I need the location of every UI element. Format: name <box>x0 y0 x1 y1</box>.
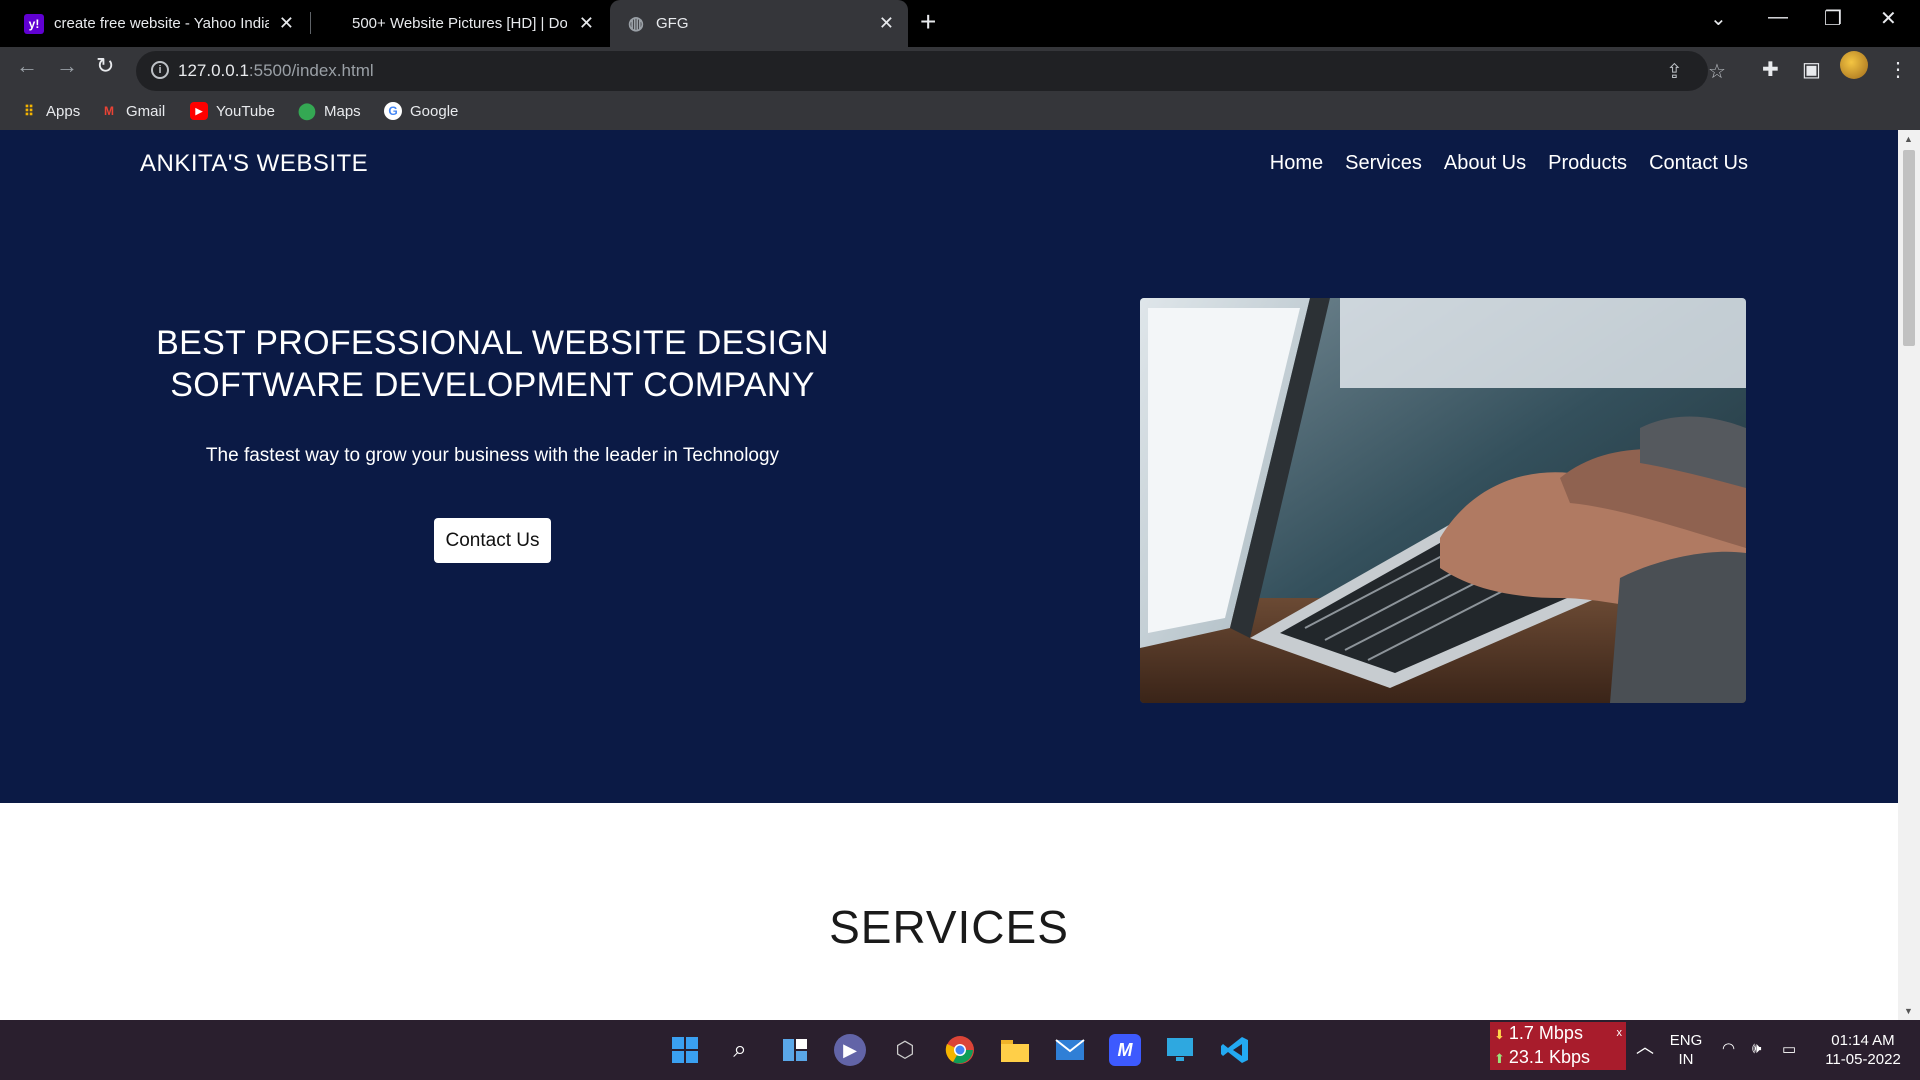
nav-home[interactable]: Home <box>1270 152 1323 175</box>
bookmark-gmail[interactable]: M Gmail <box>100 94 165 128</box>
volume-icon[interactable]: 🕪 <box>1752 1039 1761 1058</box>
bookmark-google[interactable]: G Google <box>384 94 458 128</box>
bookmark-youtube[interactable]: ▶ YouTube <box>190 94 275 128</box>
search-icon[interactable]: ⌕ <box>724 1034 756 1066</box>
upload-arrow-icon: ⬆ <box>1494 1051 1505 1066</box>
bookmark-label: YouTube <box>216 102 275 120</box>
editor-app-icon[interactable]: M <box>1109 1034 1141 1066</box>
mail-icon[interactable] <box>1054 1034 1086 1066</box>
nav-contact-us[interactable]: Contact Us <box>1649 152 1748 175</box>
services-heading: SERVICES <box>829 901 1069 953</box>
clock-time: 01:14 AM <box>1831 1032 1895 1049</box>
windows-start-icon[interactable] <box>669 1034 701 1066</box>
language-indicator[interactable]: ENG IN <box>1668 1031 1704 1069</box>
vscode-icon[interactable] <box>1219 1034 1251 1066</box>
download-arrow-icon: ⬇ <box>1494 1027 1505 1042</box>
hero-laptop-image <box>1140 298 1746 703</box>
back-button[interactable]: ← <box>16 53 38 79</box>
restore-button[interactable]: ❐ <box>1824 6 1842 31</box>
tab-title: 500+ Website Pictures [HD] | Download <box>352 15 567 32</box>
tab-gfg[interactable]: ◍ GFG ✕ <box>610 0 908 47</box>
toolbar: ← → ↻ i 127.0.0.1:5500/index.html ⇪ ☆ ✚ … <box>0 47 1920 130</box>
close-icon[interactable]: ✕ <box>279 13 294 34</box>
tab-search-chevron-icon[interactable]: ⌄ <box>1710 6 1727 31</box>
network-speed-meter[interactable]: ⬇ 1.7 Mbps ⬆ 23.1 Kbps x <box>1490 1022 1626 1070</box>
new-tab-button[interactable]: + <box>920 6 936 38</box>
clock[interactable]: 01:14 AM 11-05-2022 <box>1818 1031 1908 1069</box>
yahoo-icon: y! <box>24 13 44 34</box>
bookmark-label: Apps <box>46 102 81 120</box>
bookmarks-bar: ⠿ Apps M Gmail ▶ YouTube ⬤ Maps G Google <box>0 94 1920 128</box>
close-icon[interactable]: ✕ <box>579 13 594 34</box>
close-window-button[interactable]: ✕ <box>1880 6 1897 31</box>
page-viewport: ANKITA'S WEBSITE Home Services About Us … <box>0 130 1898 1020</box>
reload-button[interactable]: ↻ <box>96 53 114 79</box>
battery-icon[interactable]: ▭ <box>1782 1040 1796 1059</box>
bookmark-maps[interactable]: ⬤ Maps <box>298 94 361 128</box>
close-icon[interactable]: x <box>1617 1022 1623 1044</box>
profile-avatar[interactable] <box>1840 51 1868 79</box>
bookmark-label: Maps <box>324 102 361 120</box>
lang-line1: ENG <box>1669 1032 1703 1049</box>
net-up-text: 23.1 Kbps <box>1508 1047 1590 1067</box>
remote-desktop-icon[interactable] <box>1164 1034 1196 1066</box>
maps-icon: ⬤ <box>298 103 316 120</box>
teams-chat-icon[interactable]: ▶ <box>834 1034 866 1066</box>
gmail-icon: M <box>104 104 114 118</box>
scroll-down-icon[interactable]: ▼ <box>1904 1006 1913 1016</box>
widgets-icon[interactable] <box>779 1034 811 1066</box>
bookmark-label: Gmail <box>126 102 166 120</box>
google-icon: G <box>384 102 402 120</box>
chevron-up-icon[interactable]: ︿ <box>1636 1038 1654 1057</box>
menu-kebab-icon[interactable]: ⋮ <box>1888 57 1908 82</box>
bookmark-apps[interactable]: ⠿ Apps <box>20 94 80 128</box>
apps-grid-icon: ⠿ <box>23 102 35 119</box>
scroll-thumb[interactable] <box>1903 150 1915 346</box>
address-bar[interactable]: i 127.0.0.1:5500/index.html ⇪ ☆ <box>136 51 1726 91</box>
net-down-text: 1.7 Mbps <box>1508 1023 1583 1043</box>
nav-services[interactable]: Services <box>1345 152 1422 175</box>
nav-about-us[interactable]: About Us <box>1444 152 1526 175</box>
windows-taskbar: ⌕ ▶ ⬡ M ⬇ 1.7 Mbps ⬆ 23.1 Kbps x ︿ ENG IN … <box>0 1020 1920 1080</box>
page-scrollbar[interactable]: ▲ ▼ <box>1898 130 1920 1020</box>
file-explorer-icon[interactable] <box>999 1034 1031 1066</box>
extensions-icon[interactable]: ✚ <box>1762 57 1779 82</box>
side-panel-icon[interactable]: ▣ <box>1802 57 1821 82</box>
site-nav: Home Services About Us Products Contact … <box>1270 152 1748 175</box>
lang-line2: IN <box>1678 1051 1694 1068</box>
youtube-icon: ▶ <box>190 102 208 120</box>
tab-title: GFG <box>656 15 689 32</box>
tab-yahoo[interactable]: y! create free website - Yahoo India ✕ <box>8 0 308 47</box>
tab-separator <box>310 12 311 34</box>
site-info-icon[interactable]: i <box>151 61 169 79</box>
hero-section: ANKITA'S WEBSITE Home Services About Us … <box>0 130 1898 803</box>
bookmark-star-icon[interactable]: ☆ <box>1708 59 1726 84</box>
share-icon[interactable]: ⇪ <box>1666 59 1683 84</box>
site-brand[interactable]: ANKITA'S WEBSITE <box>140 150 368 178</box>
wifi-icon[interactable]: ◠ <box>1722 1039 1735 1058</box>
chrome-icon[interactable] <box>944 1034 976 1066</box>
tab-title: create free website - Yahoo India <box>54 15 269 32</box>
bookmark-label: Google <box>410 102 459 120</box>
hero-subtitle: The fastest way to grow your business wi… <box>205 445 780 466</box>
nav-products[interactable]: Products <box>1548 152 1627 175</box>
hero-title: BEST PROFESSIONAL WEBSITE DESIGN SOFTWAR… <box>156 324 829 404</box>
tab-unsplash[interactable]: 500+ Website Pictures [HD] | Download ✕ <box>318 0 608 47</box>
forward-button[interactable]: → <box>56 53 78 79</box>
scroll-up-icon[interactable]: ▲ <box>1904 134 1913 144</box>
clock-date: 11-05-2022 <box>1825 1051 1901 1068</box>
unity-icon[interactable]: ⬡ <box>889 1034 921 1066</box>
globe-icon: ◍ <box>628 13 644 33</box>
tab-strip: y! create free website - Yahoo India ✕ 5… <box>0 0 1920 47</box>
close-icon[interactable]: ✕ <box>879 13 894 34</box>
contact-us-button[interactable]: Contact Us <box>434 518 551 563</box>
url-text[interactable]: 127.0.0.1:5500/index.html <box>178 61 374 81</box>
minimize-button[interactable]: — <box>1768 6 1788 29</box>
